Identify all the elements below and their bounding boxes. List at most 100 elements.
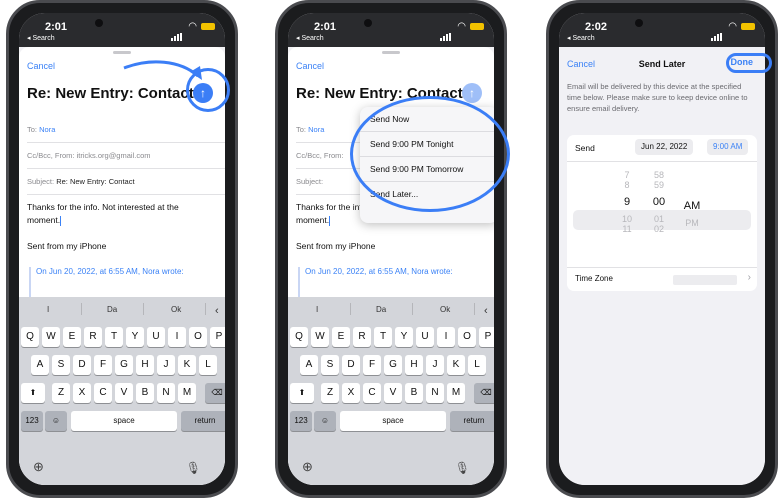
key-n[interactable]: N xyxy=(157,383,175,403)
key-j[interactable]: J xyxy=(426,355,444,375)
key-q[interactable]: Q xyxy=(21,327,39,347)
key-e[interactable]: E xyxy=(63,327,81,347)
key-r[interactable]: R xyxy=(84,327,102,347)
emoji-icon: ☺ xyxy=(51,416,61,425)
meridiem-wheel[interactable]: AM PM xyxy=(681,170,703,228)
key-p[interactable]: P xyxy=(479,327,494,347)
cancel-button[interactable]: Cancel xyxy=(296,61,324,71)
back-to-search[interactable]: ◂ Search xyxy=(27,34,55,42)
globe-icon[interactable]: ⊕ xyxy=(302,459,313,475)
time-chip[interactable]: 9:00 AM xyxy=(707,139,749,155)
key-o[interactable]: O xyxy=(458,327,476,347)
emoji-key[interactable]: ☺ xyxy=(45,411,67,431)
key-x[interactable]: X xyxy=(342,383,360,403)
emoji-key[interactable]: ☺ xyxy=(314,411,336,431)
key-d[interactable]: D xyxy=(342,355,360,375)
shift-key[interactable]: ⬆ xyxy=(290,383,314,403)
collapse-chevron-icon[interactable]: ‹ xyxy=(484,305,488,317)
key-x[interactable]: X xyxy=(73,383,91,403)
key-t[interactable]: T xyxy=(105,327,123,347)
key-q[interactable]: Q xyxy=(290,327,308,347)
key-c[interactable]: C xyxy=(94,383,112,403)
key-e[interactable]: E xyxy=(332,327,350,347)
key-j[interactable]: J xyxy=(157,355,175,375)
key-o[interactable]: O xyxy=(189,327,207,347)
key-r[interactable]: R xyxy=(353,327,371,347)
shift-key[interactable]: ⬆ xyxy=(21,383,45,403)
key-a[interactable]: A xyxy=(300,355,318,375)
key-f[interactable]: F xyxy=(94,355,112,375)
return-key[interactable]: return xyxy=(181,411,225,431)
space-key[interactable]: space xyxy=(71,411,177,431)
key-l[interactable]: L xyxy=(468,355,486,375)
key-v[interactable]: V xyxy=(384,383,402,403)
key-m[interactable]: M xyxy=(178,383,196,403)
key-u[interactable]: U xyxy=(416,327,434,347)
to-field[interactable]: To: Nora xyxy=(27,117,225,143)
key-k[interactable]: K xyxy=(447,355,465,375)
date-chip[interactable]: Jun 22, 2022 xyxy=(635,139,694,155)
delete-key[interactable]: ⌫ xyxy=(474,383,494,403)
message-body[interactable]: Thanks for the info. Not interested at t… xyxy=(27,201,217,253)
key-l[interactable]: L xyxy=(199,355,217,375)
suggestion[interactable]: Ok xyxy=(440,305,450,314)
key-g[interactable]: G xyxy=(115,355,133,375)
from-value[interactable]: itricks.org@gmail.com xyxy=(77,151,151,160)
back-to-search[interactable]: ◂ Search xyxy=(296,34,324,42)
microphone-icon[interactable]: 🎙 xyxy=(186,461,201,475)
cc-from-field[interactable]: Cc/Bcc, From: itricks.org@gmail.com xyxy=(27,143,225,169)
minute-wheel[interactable]: 58 59 00 01 02 xyxy=(649,170,669,234)
key-z[interactable]: Z xyxy=(52,383,70,403)
key-t[interactable]: T xyxy=(374,327,392,347)
key-p[interactable]: P xyxy=(210,327,225,347)
to-value[interactable]: Nora xyxy=(308,125,324,134)
globe-icon[interactable]: ⊕ xyxy=(33,459,44,475)
key-h[interactable]: H xyxy=(136,355,154,375)
sheet-grabber[interactable] xyxy=(382,51,400,54)
key-g[interactable]: G xyxy=(384,355,402,375)
back-to-search[interactable]: ◂ Search xyxy=(567,34,595,42)
key-c[interactable]: C xyxy=(363,383,381,403)
subject-value[interactable]: Re: New Entry: Contact xyxy=(56,177,134,186)
key-b[interactable]: B xyxy=(405,383,423,403)
to-value[interactable]: Nora xyxy=(39,125,55,134)
numbers-key[interactable]: 123 xyxy=(21,411,43,431)
key-z[interactable]: Z xyxy=(321,383,339,403)
cancel-button[interactable]: Cancel xyxy=(27,61,55,71)
microphone-icon[interactable]: 🎙 xyxy=(455,461,470,475)
key-m[interactable]: M xyxy=(447,383,465,403)
key-i[interactable]: I xyxy=(168,327,186,347)
delete-key[interactable]: ⌫ xyxy=(205,383,225,403)
key-f[interactable]: F xyxy=(363,355,381,375)
key-b[interactable]: B xyxy=(136,383,154,403)
collapse-chevron-icon[interactable]: ‹ xyxy=(215,305,219,317)
suggestion[interactable]: I xyxy=(316,305,318,314)
key-u[interactable]: U xyxy=(147,327,165,347)
key-h[interactable]: H xyxy=(405,355,423,375)
key-a[interactable]: A xyxy=(31,355,49,375)
camera-icon xyxy=(364,19,372,27)
key-v[interactable]: V xyxy=(115,383,133,403)
suggestion[interactable]: Ok xyxy=(171,305,181,314)
send-button[interactable]: ↑ xyxy=(462,83,482,103)
numbers-key[interactable]: 123 xyxy=(290,411,312,431)
key-k[interactable]: K xyxy=(178,355,196,375)
suggestion[interactable]: Da xyxy=(107,305,117,314)
key-s[interactable]: S xyxy=(321,355,339,375)
timezone-value[interactable] xyxy=(673,275,737,285)
key-y[interactable]: Y xyxy=(126,327,144,347)
key-w[interactable]: W xyxy=(42,327,60,347)
key-w[interactable]: W xyxy=(311,327,329,347)
space-key[interactable]: space xyxy=(340,411,446,431)
key-row-3: ⬆ Z X C V B N M ⌫ xyxy=(19,383,225,403)
suggestion[interactable]: Da xyxy=(376,305,386,314)
key-d[interactable]: D xyxy=(73,355,91,375)
key-n[interactable]: N xyxy=(426,383,444,403)
key-y[interactable]: Y xyxy=(395,327,413,347)
key-i[interactable]: I xyxy=(437,327,455,347)
suggestion[interactable]: I xyxy=(47,305,49,314)
subject-field[interactable]: Subject: Re: New Entry: Contact xyxy=(27,169,225,195)
hour-wheel[interactable]: 7 8 9 10 11 xyxy=(617,170,637,234)
key-s[interactable]: S xyxy=(52,355,70,375)
return-key[interactable]: return xyxy=(450,411,494,431)
